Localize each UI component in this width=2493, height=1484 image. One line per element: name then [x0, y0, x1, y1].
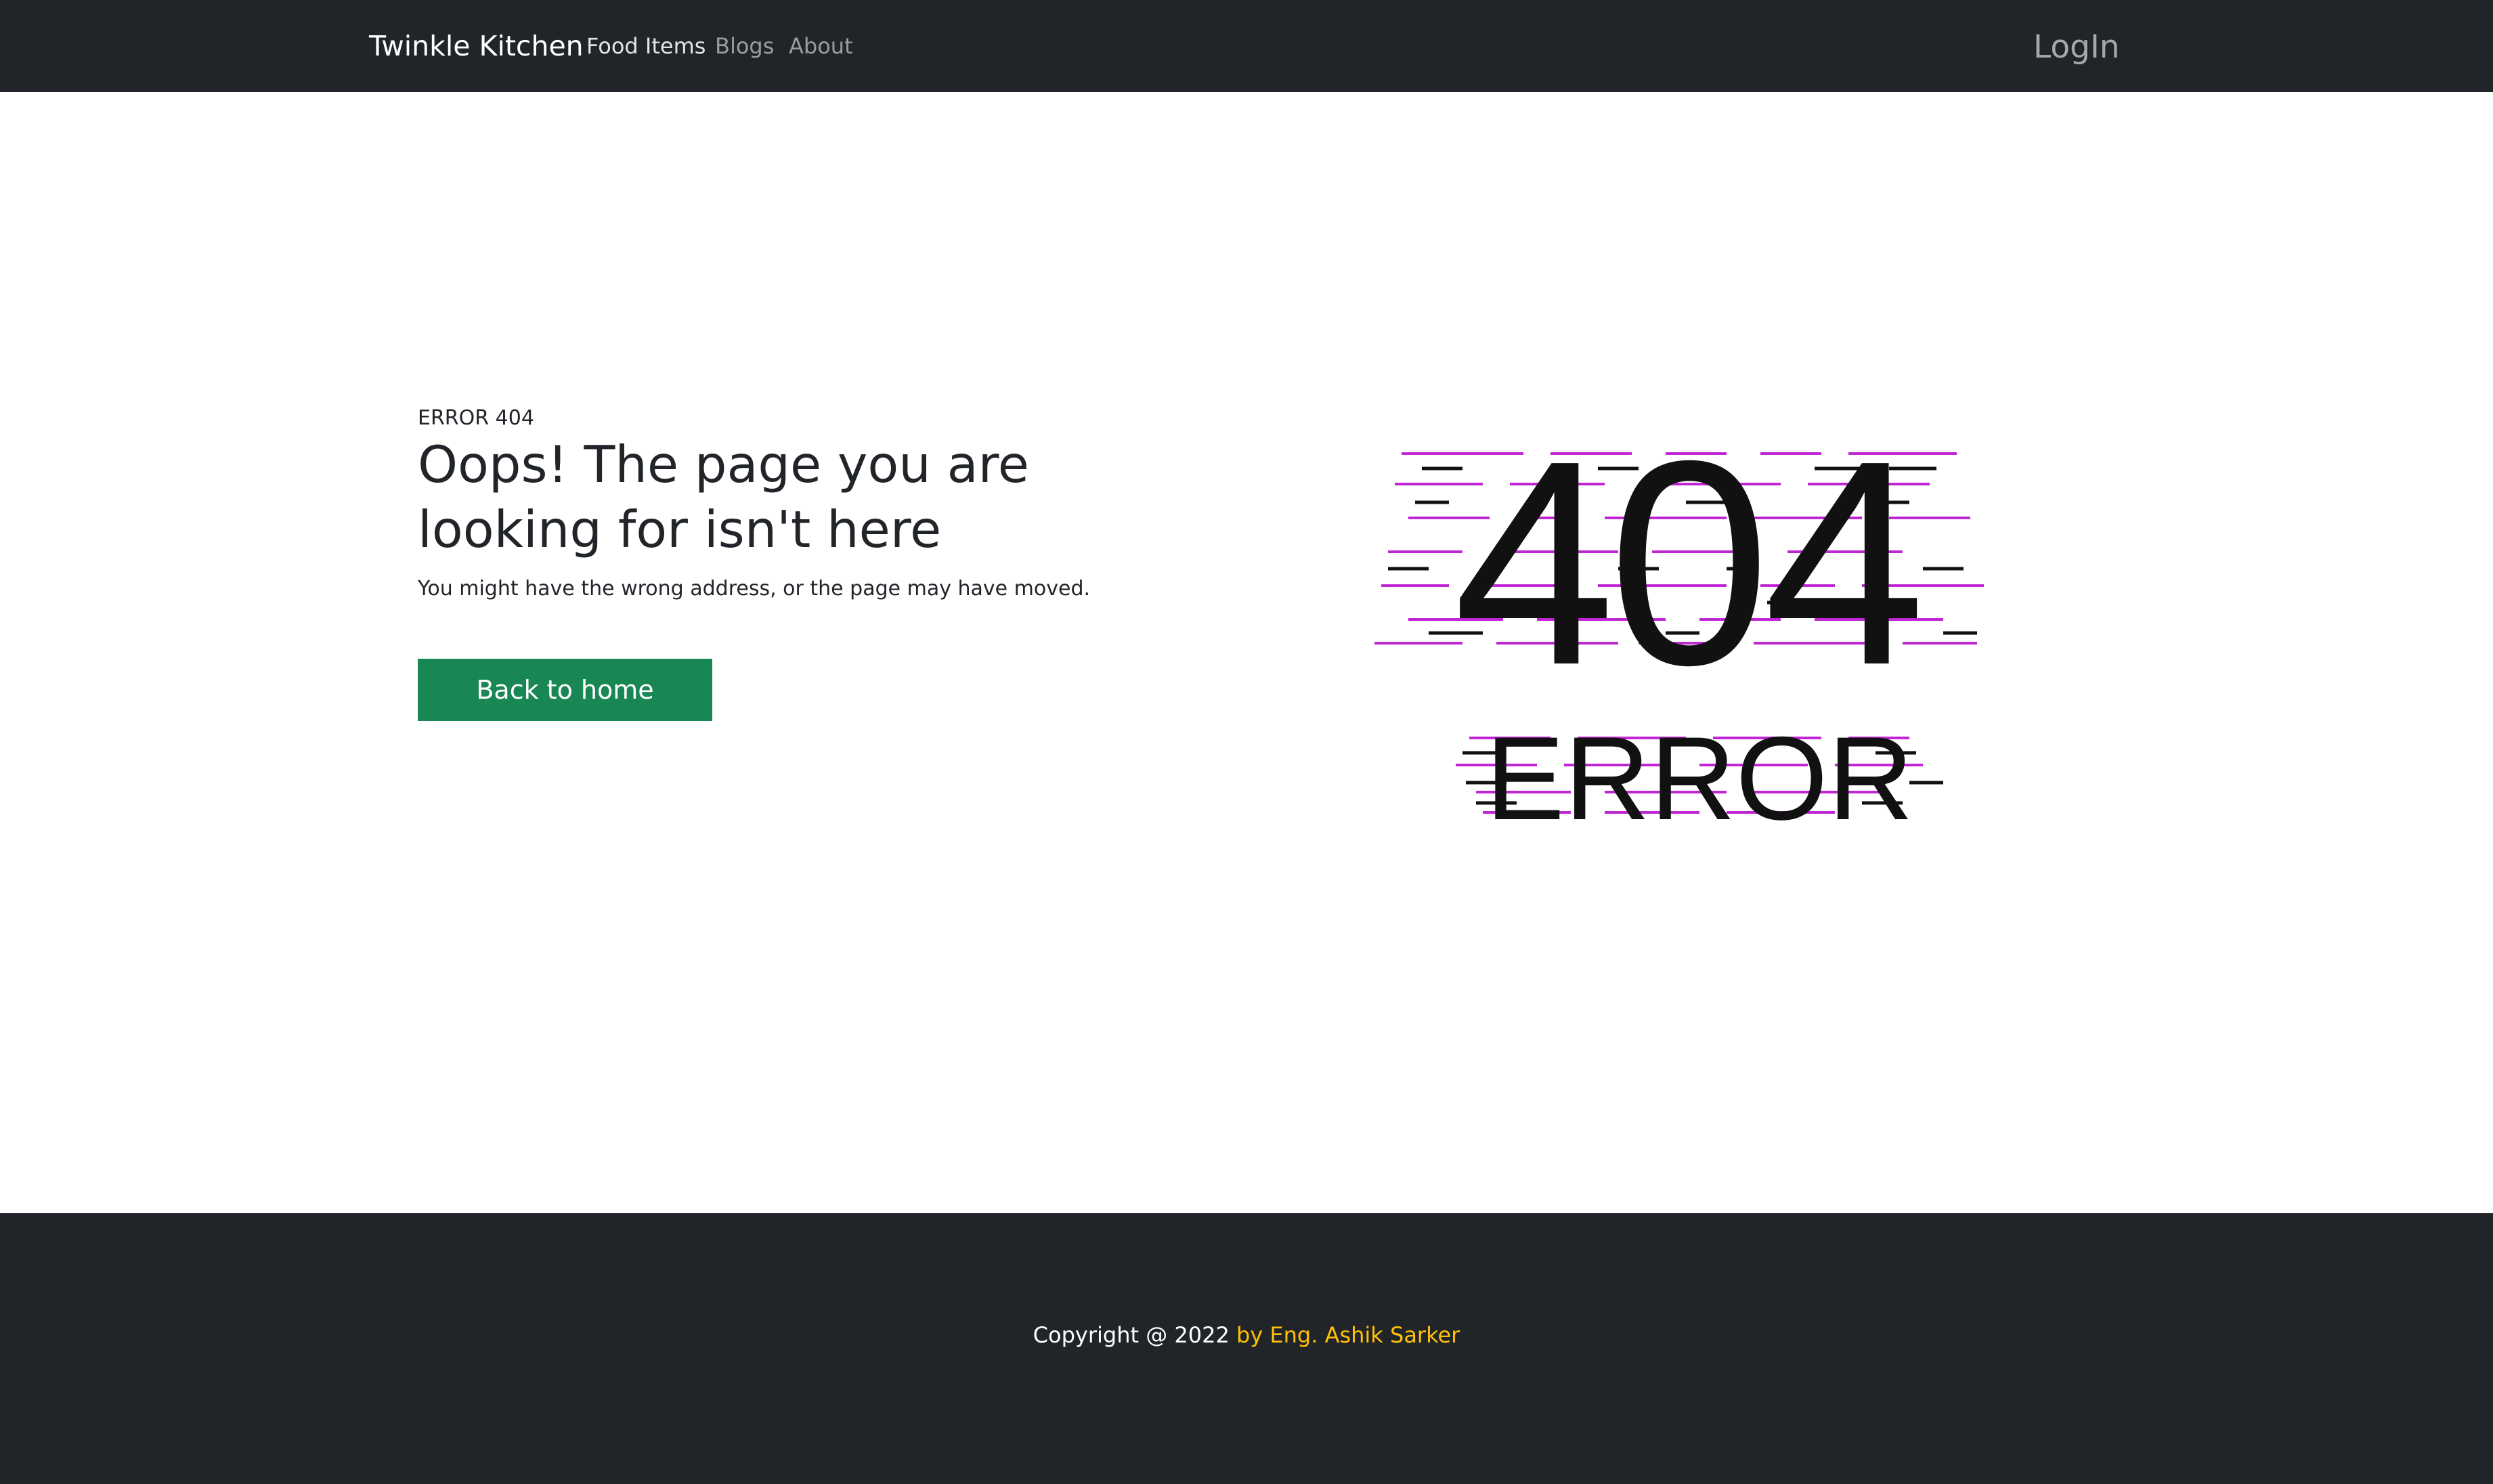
nav-link-about[interactable]: About [789, 30, 853, 62]
brand-link[interactable]: Twinkle Kitchen [369, 26, 584, 66]
error-code-label: ERROR 404 [418, 406, 534, 430]
login-link[interactable]: LogIn [2033, 26, 2120, 69]
nav-link-blogs[interactable]: Blogs [715, 30, 774, 62]
page-headline: Oops! The page you are looking for isn't… [418, 435, 1029, 559]
error-404-illustration: 404 ERROR [1374, 401, 1984, 839]
main-content [0, 92, 2493, 1213]
author-credit: by Eng. Ashik Sarker [1236, 1322, 1460, 1348]
copyright-prefix: Copyright @ 2022 [1033, 1322, 1236, 1348]
error-word-glyph: ERROR [1486, 713, 1913, 839]
nav-link-food-items[interactable]: Food Items [586, 30, 706, 62]
copyright-text: Copyright @ 2022 by Eng. Ashik Sarker [0, 1319, 2493, 1351]
back-to-home-button[interactable]: Back to home [418, 659, 712, 721]
error-code-glyph: 404 [1453, 401, 1918, 726]
page-subtext: You might have the wrong address, or the… [418, 577, 1091, 601]
navbar: Twinkle Kitchen Food Items Blogs About L… [0, 0, 2493, 92]
